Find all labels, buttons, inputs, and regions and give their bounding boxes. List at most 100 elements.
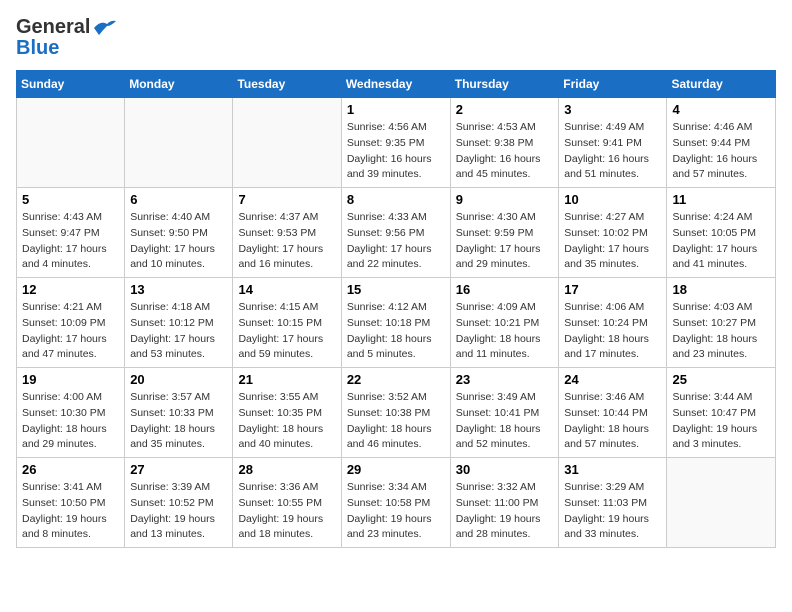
day-number: 3 — [564, 102, 661, 117]
weekday-header-wednesday: Wednesday — [341, 71, 450, 98]
day-number: 12 — [22, 282, 119, 297]
day-detail: Sunrise: 3:41 AM Sunset: 10:50 PM Daylig… — [22, 480, 119, 543]
day-number: 13 — [130, 282, 227, 297]
day-number: 15 — [347, 282, 445, 297]
day-number: 28 — [238, 462, 335, 477]
calendar-cell: 22Sunrise: 3:52 AM Sunset: 10:38 PM Dayl… — [341, 368, 450, 458]
day-number: 29 — [347, 462, 445, 477]
calendar-cell: 10Sunrise: 4:27 AM Sunset: 10:02 PM Dayl… — [559, 188, 667, 278]
calendar-cell: 3 Sunrise: 4:49 AM Sunset: 9:41 PM Daylig… — [559, 98, 667, 188]
calendar-cell: 2 Sunrise: 4:53 AM Sunset: 9:38 PM Daylig… — [450, 98, 559, 188]
day-detail: Sunrise: 4:12 AM Sunset: 10:18 PM Daylig… — [347, 300, 445, 363]
day-number: 17 — [564, 282, 661, 297]
day-detail: Sunrise: 3:44 AM Sunset: 10:47 PM Daylig… — [672, 390, 770, 453]
calendar-cell: 15 Sunrise: 4:12 AM Sunset: 10:18 PM Dayl… — [341, 278, 450, 368]
day-number: 25 — [672, 372, 770, 387]
day-number: 30 — [456, 462, 554, 477]
calendar-week-row: 26 Sunrise: 3:41 AM Sunset: 10:50 PM Dayl… — [17, 458, 776, 548]
day-number: 8 — [347, 192, 445, 207]
day-detail: Sunrise: 3:36 AM Sunset: 10:55 PM Daylig… — [238, 480, 335, 543]
calendar-cell: 9 Sunrise: 4:30 AM Sunset: 9:59 PM Daylig… — [450, 188, 559, 278]
calendar-cell: 17 Sunrise: 4:06 AM Sunset: 10:24 PM Dayl… — [559, 278, 667, 368]
day-detail: Sunrise: 3:32 AM Sunset: 11:00 PM Daylig… — [456, 480, 554, 543]
calendar-cell: 11 Sunrise: 4:24 AM Sunset: 10:05 PM Dayl… — [667, 188, 776, 278]
day-number: 9 — [456, 192, 554, 207]
calendar-cell: 21 Sunrise: 3:55 AM Sunset: 10:35 PM Dayl… — [233, 368, 341, 458]
calendar-header-row: SundayMondayTuesdayWednesdayThursdayFrid… — [17, 71, 776, 98]
day-detail: Sunrise: 3:46 AM Sunset: 10:44 PM Daylig… — [564, 390, 661, 453]
day-detail: Sunrise: 3:39 AM Sunset: 10:52 PM Daylig… — [130, 480, 227, 543]
day-detail: Sunrise: 4:53 AM Sunset: 9:38 PM Dayligh… — [456, 120, 554, 183]
calendar-cell: 24 Sunrise: 3:46 AM Sunset: 10:44 PM Dayl… — [559, 368, 667, 458]
calendar-cell: 28 Sunrise: 3:36 AM Sunset: 10:55 PM Dayl… — [233, 458, 341, 548]
day-number: 20 — [130, 372, 227, 387]
day-detail: Sunrise: 4:56 AM Sunset: 9:35 PM Dayligh… — [347, 120, 445, 183]
calendar-week-row: 1Sunrise: 4:56 AM Sunset: 9:35 PM Daylig… — [17, 98, 776, 188]
calendar-cell: 5 Sunrise: 4:43 AM Sunset: 9:47 PM Daylig… — [17, 188, 125, 278]
day-number: 24 — [564, 372, 661, 387]
calendar-cell: 25 Sunrise: 3:44 AM Sunset: 10:47 PM Dayl… — [667, 368, 776, 458]
day-number: 11 — [672, 192, 770, 207]
day-number: 14 — [238, 282, 335, 297]
calendar-cell: 27 Sunrise: 3:39 AM Sunset: 10:52 PM Dayl… — [125, 458, 233, 548]
day-detail: Sunrise: 4:21 AM Sunset: 10:09 PM Daylig… — [22, 300, 119, 363]
day-number: 19 — [22, 372, 119, 387]
logo-text-blue: Blue — [16, 37, 59, 60]
day-detail: Sunrise: 4:43 AM Sunset: 9:47 PM Dayligh… — [22, 210, 119, 273]
calendar-cell: 6 Sunrise: 4:40 AM Sunset: 9:50 PM Daylig… — [125, 188, 233, 278]
day-detail: Sunrise: 4:00 AM Sunset: 10:30 PM Daylig… — [22, 390, 119, 453]
calendar-cell: 31Sunrise: 3:29 AM Sunset: 11:03 PM Dayl… — [559, 458, 667, 548]
calendar-week-row: 12 Sunrise: 4:21 AM Sunset: 10:09 PM Dayl… — [17, 278, 776, 368]
calendar-cell: 1Sunrise: 4:56 AM Sunset: 9:35 PM Daylig… — [341, 98, 450, 188]
day-detail: Sunrise: 4:18 AM Sunset: 10:12 PM Daylig… — [130, 300, 227, 363]
day-number: 6 — [130, 192, 227, 207]
weekday-header-friday: Friday — [559, 71, 667, 98]
calendar-cell: 29 Sunrise: 3:34 AM Sunset: 10:58 PM Dayl… — [341, 458, 450, 548]
day-number: 4 — [672, 102, 770, 117]
weekday-header-monday: Monday — [125, 71, 233, 98]
day-detail: Sunrise: 4:09 AM Sunset: 10:21 PM Daylig… — [456, 300, 554, 363]
day-number: 31 — [564, 462, 661, 477]
day-detail: Sunrise: 4:49 AM Sunset: 9:41 PM Dayligh… — [564, 120, 661, 183]
day-number: 2 — [456, 102, 554, 117]
weekday-header-thursday: Thursday — [450, 71, 559, 98]
calendar-cell — [667, 458, 776, 548]
day-detail: Sunrise: 4:33 AM Sunset: 9:56 PM Dayligh… — [347, 210, 445, 273]
calendar-cell: 7Sunrise: 4:37 AM Sunset: 9:53 PM Daylig… — [233, 188, 341, 278]
calendar-cell: 4 Sunrise: 4:46 AM Sunset: 9:44 PM Daylig… — [667, 98, 776, 188]
page-header: GeneralBlue — [16, 16, 776, 60]
day-number: 18 — [672, 282, 770, 297]
day-detail: Sunrise: 4:06 AM Sunset: 10:24 PM Daylig… — [564, 300, 661, 363]
day-detail: Sunrise: 4:30 AM Sunset: 9:59 PM Dayligh… — [456, 210, 554, 273]
day-number: 22 — [347, 372, 445, 387]
day-detail: Sunrise: 3:49 AM Sunset: 10:41 PM Daylig… — [456, 390, 554, 453]
day-detail: Sunrise: 4:15 AM Sunset: 10:15 PM Daylig… — [238, 300, 335, 363]
calendar-cell: 8 Sunrise: 4:33 AM Sunset: 9:56 PM Daylig… — [341, 188, 450, 278]
day-detail: Sunrise: 4:46 AM Sunset: 9:44 PM Dayligh… — [672, 120, 770, 183]
weekday-header-saturday: Saturday — [667, 71, 776, 98]
day-detail: Sunrise: 4:37 AM Sunset: 9:53 PM Dayligh… — [238, 210, 335, 273]
day-number: 26 — [22, 462, 119, 477]
calendar-cell: 16Sunrise: 4:09 AM Sunset: 10:21 PM Dayl… — [450, 278, 559, 368]
day-detail: Sunrise: 4:24 AM Sunset: 10:05 PM Daylig… — [672, 210, 770, 273]
day-number: 5 — [22, 192, 119, 207]
calendar-cell: 26 Sunrise: 3:41 AM Sunset: 10:50 PM Dayl… — [17, 458, 125, 548]
calendar-cell: 19 Sunrise: 4:00 AM Sunset: 10:30 PM Dayl… — [17, 368, 125, 458]
calendar-cell — [125, 98, 233, 188]
day-number: 27 — [130, 462, 227, 477]
day-detail: Sunrise: 4:03 AM Sunset: 10:27 PM Daylig… — [672, 300, 770, 363]
day-detail: Sunrise: 3:55 AM Sunset: 10:35 PM Daylig… — [238, 390, 335, 453]
day-detail: Sunrise: 3:34 AM Sunset: 10:58 PM Daylig… — [347, 480, 445, 543]
calendar-table: SundayMondayTuesdayWednesdayThursdayFrid… — [16, 70, 776, 548]
calendar-cell: 13 Sunrise: 4:18 AM Sunset: 10:12 PM Dayl… — [125, 278, 233, 368]
calendar-cell — [17, 98, 125, 188]
calendar-cell: 30 Sunrise: 3:32 AM Sunset: 11:00 PM Dayl… — [450, 458, 559, 548]
calendar-cell: 18 Sunrise: 4:03 AM Sunset: 10:27 PM Dayl… — [667, 278, 776, 368]
day-number: 21 — [238, 372, 335, 387]
calendar-cell: 12 Sunrise: 4:21 AM Sunset: 10:09 PM Dayl… — [17, 278, 125, 368]
calendar-cell: 23Sunrise: 3:49 AM Sunset: 10:41 PM Dayl… — [450, 368, 559, 458]
day-detail: Sunrise: 4:40 AM Sunset: 9:50 PM Dayligh… — [130, 210, 227, 273]
day-number: 10 — [564, 192, 661, 207]
weekday-header-tuesday: Tuesday — [233, 71, 341, 98]
day-detail: Sunrise: 3:57 AM Sunset: 10:33 PM Daylig… — [130, 390, 227, 453]
